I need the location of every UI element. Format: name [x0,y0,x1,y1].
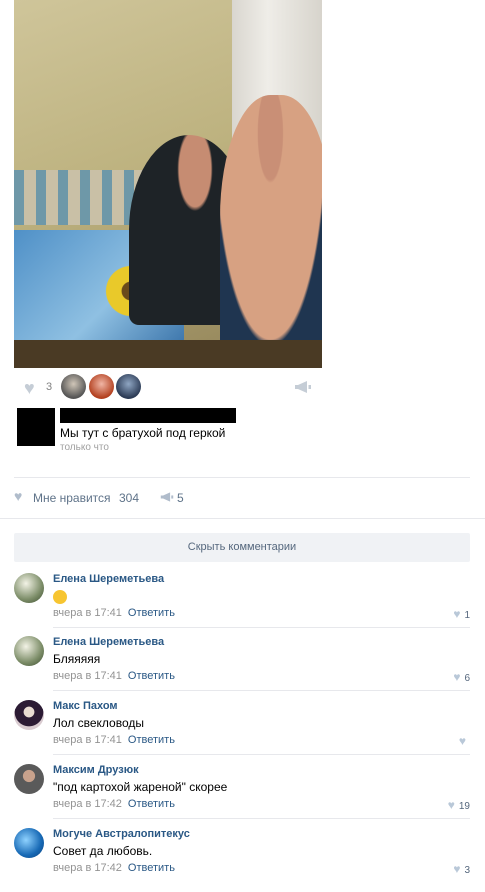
comment-author[interactable]: Елена Шереметьева [53,573,164,585]
photo-floor [14,340,322,368]
heart-icon: ♥ [447,798,455,812]
comment-time[interactable]: вчера в 17:42 [53,862,122,874]
comment-like[interactable]: ♥ 19 [448,798,470,812]
share-count[interactable]: 5 [177,491,184,505]
avatar[interactable] [14,764,44,794]
author-avatar-redacted [17,408,55,446]
avatar[interactable] [14,573,44,603]
comment-meta: вчера в 17:41 Ответить [53,670,175,682]
heart-icon: ♥ [458,734,466,748]
liker-avatar[interactable] [89,374,114,399]
divider [53,754,470,755]
author-name-redacted [60,408,236,423]
comment-meta: вчера в 17:41 Ответить [53,607,175,619]
reply-link[interactable]: Ответить [128,734,175,746]
heart-icon: ♥ [453,607,461,621]
comment-like-count: 6 [464,673,470,684]
comment-author[interactable]: Елена Шереметьева [53,636,164,648]
comment-text: Бляяяяя [53,652,101,666]
comment-like-count: 19 [458,801,470,812]
photo-actions: ♥ 3 [14,368,322,406]
heart-icon[interactable]: ♥ [14,489,22,503]
comment-like[interactable]: ♥ [459,734,470,748]
comment: Макс Пахом Лол свекловоды вчера в 17:41 О… [14,700,470,764]
hide-comments-button[interactable]: Скрыть комментарии [14,533,470,562]
comment-meta: вчера в 17:42 Ответить [53,798,175,810]
comment-time[interactable]: вчера в 17:41 [53,670,122,682]
reply-link[interactable]: Ответить [128,670,175,682]
laughing-emoji-icon [53,589,67,604]
comment-text: Совет да любовь. [53,844,153,858]
comment-text: "под картохой жареной" скорее [53,780,228,794]
comment: Елена Шереметьева Бляяяяя вчера в 17:41 О… [14,636,470,700]
comment-text [53,589,67,604]
reply-link[interactable]: Ответить [128,862,175,874]
comment: Могуче Австралопитекус Совет да любовь. … [14,828,470,892]
comment-like[interactable]: ♥ 3 [453,862,470,876]
post-stats: ♥ Мне нравится 304 5 [14,487,470,507]
divider [14,477,470,478]
like-count[interactable]: 304 [119,491,139,505]
post-caption: Мы тут с братухой под геркой [60,426,226,440]
divider [0,518,485,519]
comment-time[interactable]: вчера в 17:41 [53,607,122,619]
like-button-label[interactable]: Мне нравится [33,491,111,505]
divider [53,690,470,691]
comment: Максим Друзюк "под картохой жареной" ско… [14,764,470,828]
comment-text: Лол свекловоды [53,716,145,730]
megaphone-icon[interactable] [294,380,312,394]
reply-link[interactable]: Ответить [128,798,175,810]
heart-icon[interactable]: ♥ [24,379,42,397]
heart-icon: ♥ [453,862,461,876]
liker-avatar[interactable] [116,374,141,399]
comment-like-count: 1 [464,610,470,621]
photo-person-right [220,95,322,368]
comment-meta: вчера в 17:42 Ответить [53,862,175,874]
reply-link[interactable]: Ответить [128,607,175,619]
avatar[interactable] [14,828,44,858]
comment-like-count: 3 [464,865,470,876]
megaphone-icon[interactable] [160,491,174,503]
divider [53,627,470,628]
comment-author[interactable]: Максим Друзюк [53,764,139,776]
photo-like-count: 3 [46,381,53,393]
heart-icon: ♥ [453,670,461,684]
comment: Елена Шереметьева вчера в 17:41 Ответить … [14,573,470,637]
comment-meta: вчера в 17:41 Ответить [53,734,175,746]
comment-author[interactable]: Макс Пахом [53,700,118,712]
liker-avatar[interactable] [61,374,86,399]
divider [53,818,470,819]
comment-like[interactable]: ♥ 6 [453,670,470,684]
comment-like[interactable]: ♥ 1 [453,607,470,621]
comment-time[interactable]: вчера в 17:42 [53,798,122,810]
avatar[interactable] [14,700,44,730]
comment-author[interactable]: Могуче Австралопитекус [53,828,190,840]
comment-time[interactable]: вчера в 17:41 [53,734,122,746]
post-time: только что [60,442,109,453]
avatar[interactable] [14,636,44,666]
post-photo[interactable] [14,0,322,368]
